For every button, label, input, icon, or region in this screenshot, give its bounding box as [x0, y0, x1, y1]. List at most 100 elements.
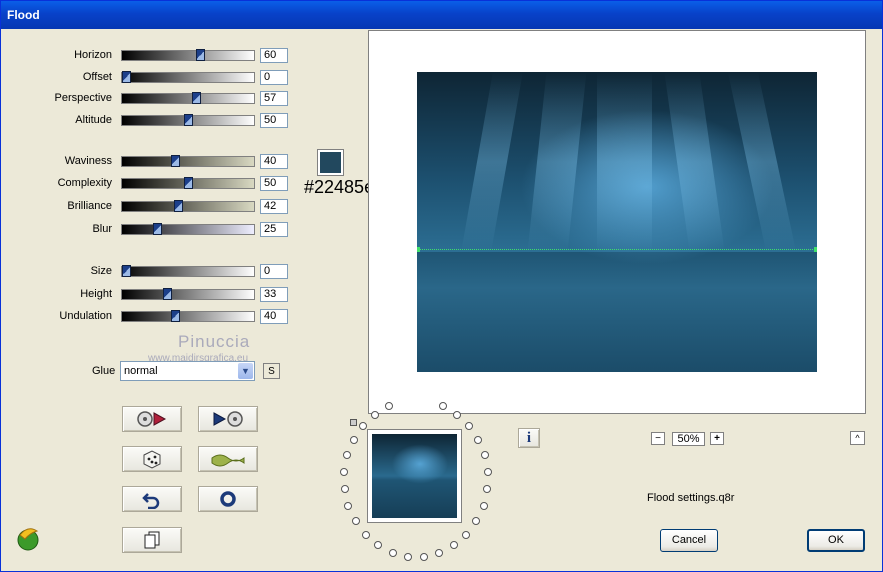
- window-title: Flood: [7, 8, 40, 22]
- reset-button[interactable]: [198, 486, 258, 512]
- preset-slot[interactable]: [435, 549, 443, 557]
- slider-thumb-offset[interactable]: [122, 71, 131, 83]
- value-field-size[interactable]: 0: [260, 264, 288, 279]
- preset-slot[interactable]: [340, 468, 348, 476]
- collapse-button[interactable]: ^: [850, 431, 865, 445]
- color-hex-label: #22485e: [304, 177, 375, 197]
- value-field-waviness[interactable]: 40: [260, 154, 288, 169]
- value-field-undulation[interactable]: 40: [260, 309, 288, 324]
- value-field-horizon[interactable]: 60: [260, 48, 288, 63]
- horizon-line[interactable]: [417, 249, 817, 250]
- preset-slot[interactable]: [450, 541, 458, 549]
- slider-thumb-size[interactable]: [122, 265, 131, 277]
- slider-complexity[interactable]: [121, 177, 255, 189]
- zoom-out-button[interactable]: −: [651, 432, 665, 445]
- settings-filename: Flood settings.q8r: [647, 492, 735, 504]
- slider-thumb-blur[interactable]: [153, 223, 162, 235]
- undo-button[interactable]: [122, 486, 182, 512]
- preset-slot[interactable]: [385, 402, 393, 410]
- play-reverse-button[interactable]: [122, 406, 182, 432]
- preset-slot[interactable]: [362, 531, 370, 539]
- slider-perspective[interactable]: [121, 92, 255, 104]
- preview-panel[interactable]: [368, 30, 866, 414]
- preset-slot[interactable]: [420, 553, 428, 561]
- light-ray: [727, 72, 797, 252]
- preset-slot[interactable]: [350, 436, 358, 444]
- preset-slot[interactable]: [462, 531, 470, 539]
- slider-thumb-complexity[interactable]: [184, 177, 193, 189]
- slider-label-perspective: Perspective: [54, 92, 112, 104]
- glue-select-value: normal: [124, 365, 158, 377]
- slider-size[interactable]: [121, 265, 255, 277]
- preset-slot[interactable]: [374, 541, 382, 549]
- color-swatch[interactable]: [317, 149, 344, 176]
- horizon-handle-right[interactable]: [814, 247, 817, 252]
- preset-slot[interactable]: [371, 411, 379, 419]
- horizon-handle-left[interactable]: [417, 247, 420, 252]
- slider-thumb-brilliance[interactable]: [174, 200, 183, 212]
- info-button[interactable]: i: [518, 428, 540, 448]
- preset-slot[interactable]: [483, 485, 491, 493]
- value-field-height[interactable]: 33: [260, 287, 288, 302]
- glue-s-button[interactable]: S: [263, 363, 280, 379]
- slider-undulation[interactable]: [121, 310, 255, 322]
- cancel-button[interactable]: Cancel: [660, 529, 718, 552]
- glue-select[interactable]: normal ▼: [120, 361, 255, 381]
- preset-slot[interactable]: [474, 436, 482, 444]
- randomize-button[interactable]: [122, 446, 182, 472]
- filters-unlimited-logo-icon[interactable]: [15, 525, 41, 551]
- slider-thumb-horizon[interactable]: [196, 49, 205, 61]
- slider-height[interactable]: [121, 288, 255, 300]
- slider-altitude[interactable]: [121, 114, 255, 126]
- slider-thumb-perspective[interactable]: [192, 92, 201, 104]
- slider-brilliance[interactable]: [121, 200, 255, 212]
- slider-label-height: Height: [80, 288, 112, 300]
- value-field-complexity[interactable]: 50: [260, 176, 288, 191]
- preset-square[interactable]: [350, 419, 357, 426]
- ok-button[interactable]: OK: [807, 529, 865, 552]
- light-ray: [597, 72, 652, 252]
- light-ray: [527, 72, 587, 252]
- preset-slot[interactable]: [344, 502, 352, 510]
- slider-offset[interactable]: [121, 71, 255, 83]
- undo-arrow-icon: [142, 493, 160, 509]
- slider-label-brilliance: Brilliance: [67, 200, 112, 212]
- preset-slot[interactable]: [480, 502, 488, 510]
- preset-slot[interactable]: [389, 549, 397, 557]
- preset-slot[interactable]: [404, 553, 412, 561]
- value-field-altitude[interactable]: 50: [260, 113, 288, 128]
- preset-slot[interactable]: [343, 451, 351, 459]
- zoom-in-button[interactable]: +: [710, 432, 724, 445]
- flood-preview-image: [417, 72, 817, 372]
- slider-thumb-altitude[interactable]: [184, 114, 193, 126]
- value-field-offset[interactable]: 0: [260, 70, 288, 85]
- play-film-reel-icon: [213, 411, 243, 427]
- slider-blur[interactable]: [121, 223, 255, 235]
- preset-slot[interactable]: [359, 422, 367, 430]
- thumbnail-frame[interactable]: [367, 429, 462, 523]
- copy-button[interactable]: [122, 527, 182, 553]
- wave-button[interactable]: [198, 446, 258, 472]
- title-bar[interactable]: Flood: [1, 1, 882, 29]
- slider-thumb-waviness[interactable]: [171, 155, 180, 167]
- preset-slot[interactable]: [453, 411, 461, 419]
- info-icon: i: [526, 429, 532, 446]
- value-field-perspective[interactable]: 57: [260, 91, 288, 106]
- play-forward-button[interactable]: [198, 406, 258, 432]
- slider-horizon[interactable]: [121, 49, 255, 61]
- slider-thumb-undulation[interactable]: [171, 310, 180, 322]
- preset-slot[interactable]: [352, 517, 360, 525]
- preset-slot[interactable]: [484, 468, 492, 476]
- value-field-blur[interactable]: 25: [260, 222, 288, 237]
- slider-waviness[interactable]: [121, 155, 255, 167]
- slider-thumb-height[interactable]: [163, 288, 172, 300]
- light-ray: [461, 72, 523, 252]
- value-field-brilliance[interactable]: 42: [260, 199, 288, 214]
- preset-slot[interactable]: [341, 485, 349, 493]
- preset-slot[interactable]: [439, 402, 447, 410]
- preset-slot[interactable]: [472, 517, 480, 525]
- zoom-level: 50%: [672, 432, 705, 446]
- preset-slot[interactable]: [465, 422, 473, 430]
- preset-slot[interactable]: [481, 451, 489, 459]
- chevron-down-icon[interactable]: ▼: [238, 363, 253, 379]
